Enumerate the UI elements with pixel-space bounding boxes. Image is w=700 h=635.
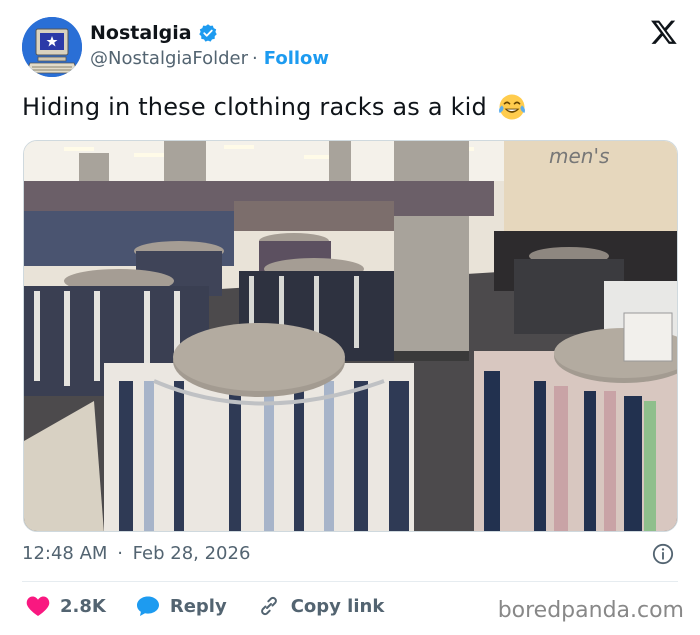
time: 12:48 AM	[22, 543, 108, 564]
reply-label: Reply	[169, 595, 227, 617]
store-photo-illustration: men's	[24, 141, 677, 531]
account-name-row: Nostalgia	[90, 22, 218, 44]
x-logo-icon[interactable]	[650, 18, 678, 46]
copy-link-label: Copy link	[290, 595, 385, 617]
like-button[interactable]: 2.8K	[26, 595, 106, 617]
date: Feb 28, 2026	[132, 543, 251, 564]
tweet-body: Hiding in these clothing racks as a kid	[22, 93, 487, 121]
verified-badge-icon	[198, 24, 217, 42]
reply-button[interactable]: Reply	[136, 595, 227, 617]
retro-computer-icon	[22, 17, 82, 77]
tweet-photo[interactable]: men's	[23, 140, 678, 532]
reply-bubble-icon	[136, 596, 159, 616]
heart-icon	[26, 596, 50, 616]
watermark: boredpanda.com	[497, 598, 684, 623]
timestamp[interactable]: 12:48 AM · Feb 28, 2026	[22, 543, 250, 564]
tweet-text: Hiding in these clothing racks as a kid	[22, 92, 527, 122]
info-icon[interactable]	[652, 543, 674, 565]
time-date-separator: ·	[117, 543, 123, 564]
like-count: 2.8K	[60, 595, 106, 617]
copy-link-button[interactable]: Copy link	[257, 594, 385, 618]
link-icon	[260, 596, 277, 616]
account-name[interactable]: Nostalgia	[90, 22, 192, 44]
avatar[interactable]	[22, 17, 82, 77]
face-with-tears-of-joy-icon	[499, 94, 525, 120]
follow-button[interactable]: Follow	[264, 48, 329, 69]
handle-row: @NostalgiaFolder · Follow	[90, 48, 329, 69]
action-bar: 2.8K Reply Copy link	[26, 594, 414, 618]
mens-sign-text: men's	[549, 144, 609, 168]
divider	[22, 581, 678, 582]
account-handle[interactable]: @NostalgiaFolder	[90, 48, 248, 69]
handle-separator: ·	[252, 48, 258, 69]
